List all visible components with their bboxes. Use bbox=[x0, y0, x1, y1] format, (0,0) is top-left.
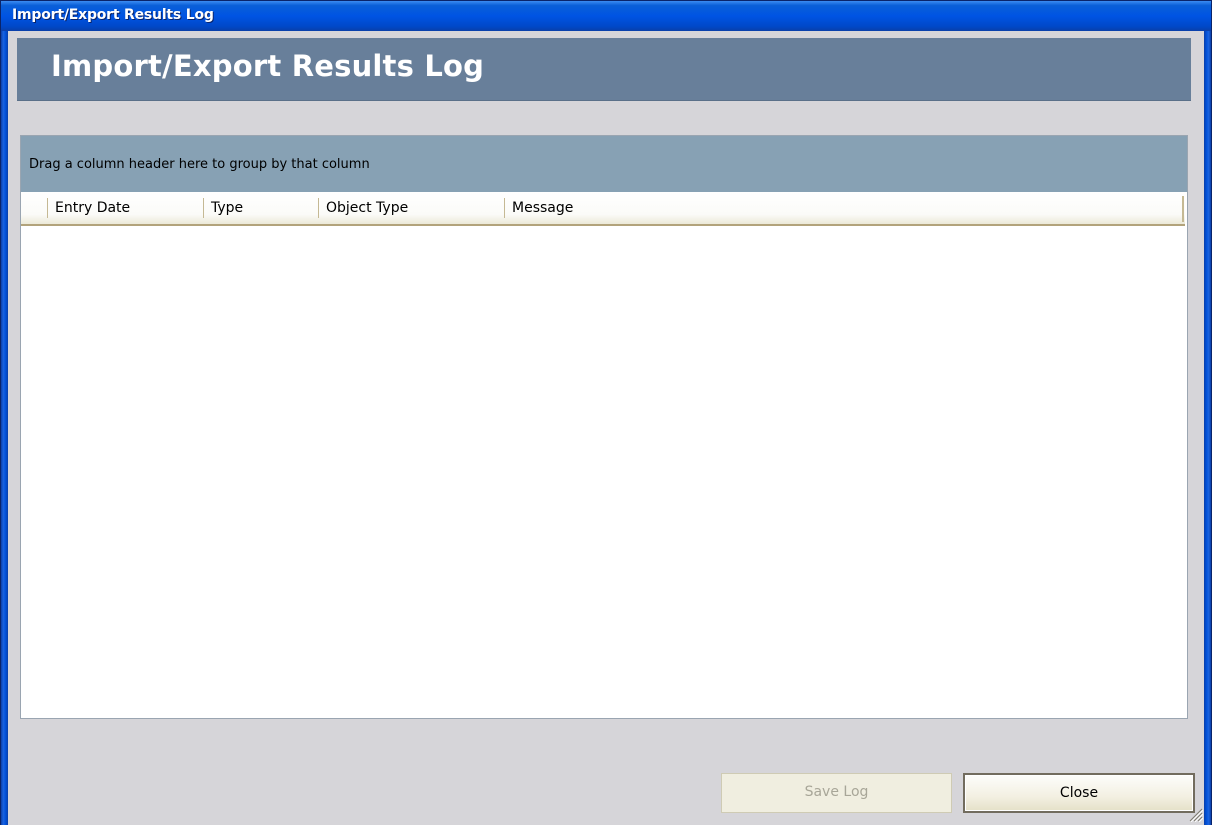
resize-grip-icon[interactable] bbox=[1187, 806, 1203, 822]
window-title: Import/Export Results Log bbox=[12, 7, 214, 23]
column-header-type[interactable]: Type bbox=[203, 198, 317, 218]
group-by-panel[interactable]: Drag a column header here to group by th… bbox=[21, 136, 1187, 192]
window-frame-right bbox=[1204, 31, 1211, 825]
results-grid: Drag a column header here to group by th… bbox=[20, 135, 1188, 719]
group-by-hint: Drag a column header here to group by th… bbox=[29, 157, 370, 172]
window-frame-left bbox=[1, 31, 8, 825]
column-header-object-type[interactable]: Object Type bbox=[318, 198, 503, 218]
grid-rows-area[interactable] bbox=[21, 226, 1185, 716]
window-titlebar[interactable]: Import/Export Results Log bbox=[1, 1, 1211, 31]
column-header-message[interactable]: Message bbox=[504, 198, 1180, 218]
column-header-entry-date[interactable]: Entry Date bbox=[47, 198, 202, 218]
save-log-button[interactable]: Save Log bbox=[721, 773, 952, 813]
page-title: Import/Export Results Log bbox=[51, 49, 485, 83]
column-header-row: Entry Date Type Object Type Message bbox=[21, 192, 1185, 226]
column-header-end-divider bbox=[1182, 196, 1184, 222]
close-button[interactable]: Close bbox=[963, 773, 1195, 813]
results-log-window: Import/Export Results Log Import/Export … bbox=[0, 0, 1212, 825]
page-header-banner: Import/Export Results Log bbox=[17, 38, 1191, 101]
